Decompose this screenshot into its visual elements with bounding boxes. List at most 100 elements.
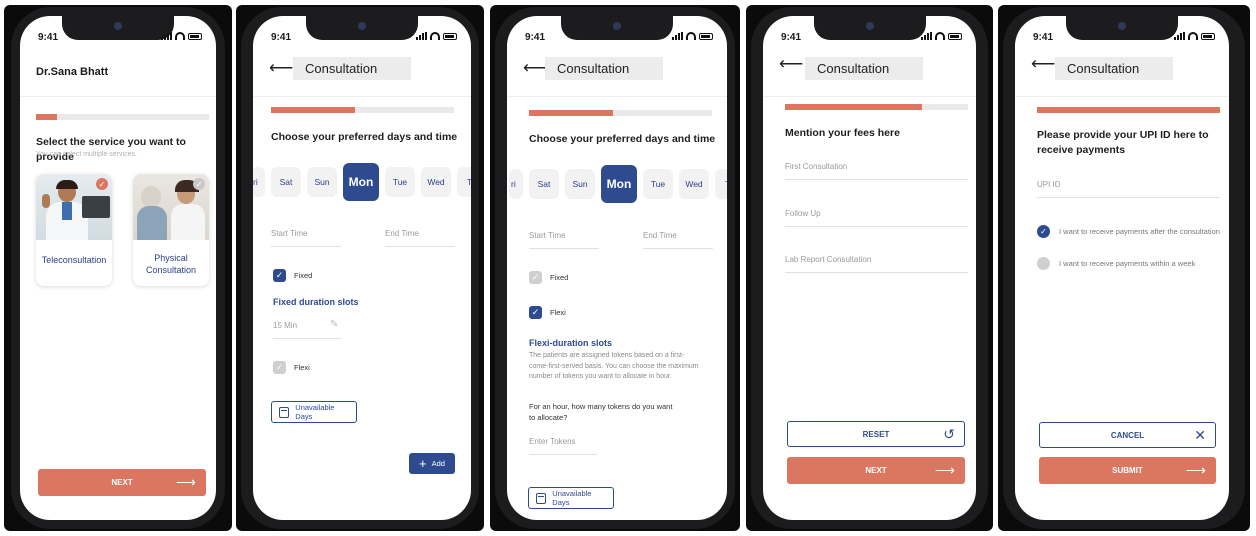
submit-label: SUBMIT — [1112, 466, 1143, 475]
next-button[interactable]: NEXT ⟶ — [787, 457, 965, 484]
status-time: 9:41 — [1033, 32, 1054, 43]
day-chip-wed[interactable]: Wed — [679, 169, 709, 199]
day-chip-sat[interactable]: Sat — [271, 167, 301, 197]
notch — [306, 16, 418, 40]
reset-button[interactable]: RESET ↺ — [787, 421, 965, 447]
page-title: Consultation — [1055, 57, 1173, 80]
submit-button[interactable]: SUBMIT ⟶ — [1039, 457, 1216, 484]
day-chip-sun[interactable]: Sun — [307, 167, 337, 197]
phone-5: 9:41 ⟵ Consultation Please provide your … — [998, 0, 1250, 536]
page-heading: Select the service you want to provide — [36, 136, 186, 163]
add-button[interactable]: + Add — [409, 453, 455, 474]
upi-id-field[interactable]: UPI ID — [1037, 180, 1220, 198]
page-title: Consultation — [545, 57, 663, 80]
battery-icon — [443, 33, 457, 40]
notch — [1066, 16, 1178, 40]
day-selector: riSatSunMonTueWedTh — [509, 165, 727, 203]
cancel-button[interactable]: CANCEL ✕ — [1039, 422, 1216, 448]
notch — [561, 16, 673, 40]
page-title: Consultation — [293, 57, 411, 80]
reset-label: RESET — [862, 429, 890, 439]
status-icons — [161, 32, 202, 40]
day-chip-th[interactable]: Th — [715, 169, 727, 199]
day-chip-ri[interactable]: ri — [509, 169, 523, 199]
battery-icon — [1201, 33, 1215, 40]
flexi-checkbox[interactable]: ✓ Flexi — [273, 361, 310, 374]
wifi-icon — [175, 32, 185, 40]
day-chip-sun[interactable]: Sun — [565, 169, 595, 199]
back-arrow-icon[interactable]: ⟵ — [269, 58, 293, 78]
fixed-label: Fixed — [294, 271, 313, 280]
arrow-right-icon: ⟶ — [934, 462, 955, 478]
flexi-checkbox[interactable]: ✓ Flexi — [529, 306, 566, 319]
day-chip-th[interactable]: Th — [457, 167, 471, 197]
unavailable-days-button[interactable]: Unavailable Days — [271, 401, 357, 423]
day-chip-mon[interactable]: Mon — [601, 165, 637, 203]
start-time-field[interactable]: Start Time — [271, 229, 341, 247]
wifi-icon — [935, 32, 945, 40]
tokens-field[interactable]: Enter Tokens — [529, 437, 597, 455]
phone-2: 9:41 ⟵ Consultation Choose your preferre… — [236, 0, 484, 536]
back-arrow-icon[interactable]: ⟵ — [1031, 54, 1055, 74]
unavailable-days-button[interactable]: Unavailable Days — [528, 487, 614, 509]
flexi-label: Flexi — [550, 308, 566, 317]
page-title: Consultation — [805, 57, 923, 80]
screen: 9:41 ⟵ Consultation Choose your preferre… — [507, 16, 727, 520]
next-button[interactable]: NEXT ⟶ — [38, 469, 206, 496]
day-selector: riSatSunMonTueWedTh — [253, 163, 471, 201]
page-heading: Mention your fees here — [785, 127, 900, 139]
notch — [62, 16, 174, 40]
card-label: Physical Consultation — [133, 252, 209, 276]
status-icons — [921, 32, 962, 40]
edit-pencil-icon[interactable]: ✎ — [330, 319, 338, 330]
phone-3: 9:41 ⟵ Consultation Choose your preferre… — [490, 0, 740, 536]
phone-body: 9:41 ⟵ Consultation Mention your fees he… — [751, 7, 988, 529]
flexi-description: The patients are assigned tokens based o… — [529, 352, 699, 380]
arrow-right-icon: ⟶ — [175, 474, 196, 490]
payment-option-after-consultation[interactable]: ✓ I want to receive payments after the c… — [1037, 225, 1220, 238]
day-chip-wed[interactable]: Wed — [421, 167, 451, 197]
add-label: Add — [431, 459, 445, 468]
camera-icon — [1118, 22, 1126, 30]
doctor-name: Dr.Sana Bhatt — [36, 66, 109, 78]
header-divider — [507, 96, 727, 97]
lab-report-fee-field[interactable]: Lab Report Consultation — [785, 255, 968, 273]
signal-icon — [921, 32, 932, 40]
back-arrow-icon[interactable]: ⟵ — [523, 58, 547, 78]
radio-selected-icon: ✓ — [1037, 225, 1050, 238]
start-time-field[interactable]: Start Time — [529, 231, 599, 249]
tokens-question: For an hour, how many tokens do you want… — [529, 402, 673, 422]
wifi-icon — [1188, 32, 1198, 40]
header-divider — [253, 96, 471, 97]
wifi-icon — [686, 32, 696, 40]
card-label: Teleconsultation — [41, 255, 107, 265]
day-chip-ri[interactable]: ri — [253, 167, 265, 197]
camera-icon — [114, 22, 122, 30]
end-time-field[interactable]: End Time — [385, 229, 455, 247]
service-card-physical-consultation[interactable]: ✓ Physical Consultation — [133, 174, 209, 286]
progress-fill — [785, 104, 923, 110]
checkbox-checked-icon: ✓ — [529, 306, 542, 319]
camera-icon — [613, 22, 621, 30]
back-arrow-icon[interactable]: ⟵ — [779, 54, 803, 74]
day-chip-tue[interactable]: Tue — [643, 169, 673, 199]
day-chip-mon[interactable]: Mon — [343, 163, 379, 201]
first-consultation-fee-field[interactable]: First Consultation — [785, 162, 968, 180]
progress-fill — [36, 114, 57, 120]
payment-option-within-week[interactable]: I want to receive payments within a week — [1037, 257, 1195, 270]
day-chip-tue[interactable]: Tue — [385, 167, 415, 197]
unavailable-days-label: Unavailable Days — [552, 489, 592, 507]
screen: 9:41 Dr.Sana Bhatt Select the service yo… — [20, 16, 216, 520]
phone-body: 9:41 ⟵ Consultation Choose your preferre… — [495, 7, 735, 529]
progress-fill — [529, 110, 614, 116]
fixed-checkbox[interactable]: ✓ Fixed — [529, 271, 568, 284]
follow-up-fee-field[interactable]: Follow Up — [785, 209, 968, 227]
fixed-checkbox[interactable]: ✓ Fixed — [273, 269, 312, 282]
phone-1: 9:41 Dr.Sana Bhatt Select the service yo… — [4, 0, 232, 536]
day-chip-sat[interactable]: Sat — [529, 169, 559, 199]
end-time-field[interactable]: End Time — [643, 231, 713, 249]
checkbox-unchecked-icon: ✓ — [273, 361, 286, 374]
service-card-teleconsultation[interactable]: ✓ Teleconsultation — [36, 174, 112, 286]
signal-icon — [1174, 32, 1185, 40]
card-label-text: Physical Consultation — [145, 253, 197, 276]
